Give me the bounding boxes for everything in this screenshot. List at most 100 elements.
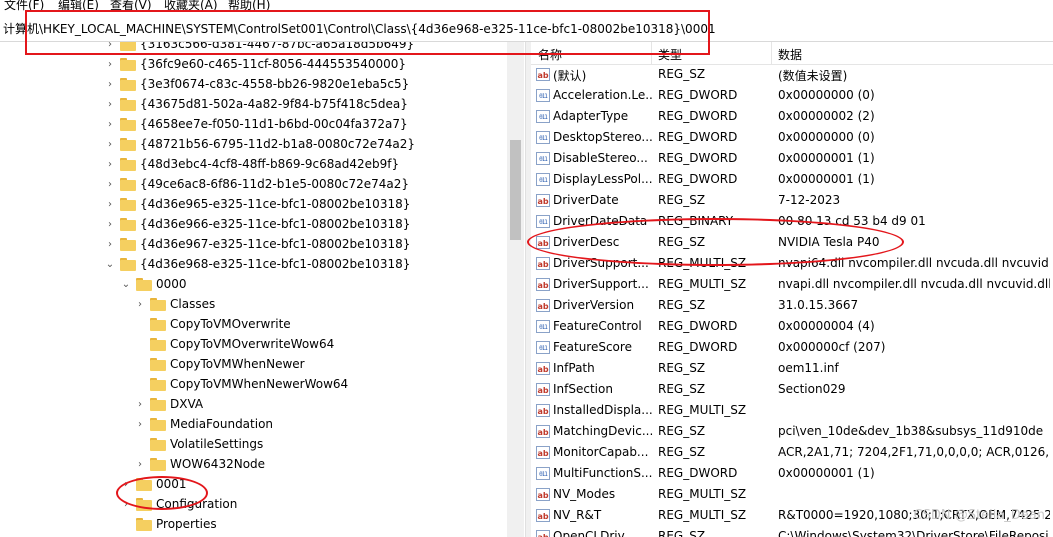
binary-value-icon: 011	[536, 215, 550, 228]
tree-item[interactable]: Properties	[120, 514, 217, 534]
tree-item[interactable]: › {3e3f0674-c83c-4558-bb26-9820e1eba5c5}	[104, 74, 409, 94]
cell-name: FeatureScore	[553, 340, 632, 354]
column-header-name[interactable]: 名称	[538, 46, 562, 63]
tree-item[interactable]: VolatileSettings	[134, 434, 263, 454]
chevron-right-icon[interactable]: ›	[104, 139, 116, 150]
list-row[interactable]: ab InstalledDispla... REG_MULTI_SZ	[531, 401, 1053, 422]
menu-favorites[interactable]: 收藏夹(A)	[164, 0, 218, 13]
chevron-right-icon[interactable]: ›	[104, 42, 116, 50]
tree-item[interactable]: › WOW6432Node	[134, 454, 265, 474]
list-row[interactable]: 011 Acceleration.Le... REG_DWORD 0x00000000…	[531, 86, 1053, 107]
tree-item[interactable]: › {4d36e966-e325-11ce-bfc1-08002be10318}	[104, 214, 410, 234]
list-row[interactable]: ab InfSection REG_SZ Section029	[531, 380, 1053, 401]
folder-icon	[150, 317, 166, 331]
tree-item[interactable]: › {49ce6ac8-6f86-11d2-b1e5-0080c72e74a2}	[104, 174, 409, 194]
column-header-type[interactable]: 类型	[658, 46, 682, 63]
list-row[interactable]: 011 MultiFunctionS... REG_DWORD 0x00000001 …	[531, 464, 1053, 485]
tree-item-label: 0000	[156, 277, 187, 291]
chevron-down-icon[interactable]: ⌄	[120, 279, 132, 290]
cell-type: REG_SZ	[658, 193, 706, 207]
tree-item[interactable]: CopyToVMWhenNewer	[134, 354, 305, 374]
list-row[interactable]: ab (默认) REG_SZ (数值未设置)	[531, 65, 1053, 86]
list-row[interactable]: ab MatchingDevic... REG_SZ pci\ven_10de&dev…	[531, 422, 1053, 443]
tree-item[interactable]: › Classes	[134, 294, 215, 314]
column-header-data[interactable]: 数据	[778, 46, 802, 63]
list-row[interactable]: ab DriverDesc REG_SZ NVIDIA Tesla P40	[531, 233, 1053, 254]
menu-file[interactable]: 文件(F)	[4, 0, 44, 13]
chevron-right-icon[interactable]: ›	[134, 419, 146, 430]
list-row[interactable]: ab DriverDate REG_SZ 7-12-2023	[531, 191, 1053, 212]
tree-item[interactable]: › {3163c566-d381-4467-87bc-a65a18d5b649}	[104, 42, 414, 54]
tree-item[interactable]: › {4658ee7e-f050-11d1-b6bd-00c04fa372a7}	[104, 114, 408, 134]
chevron-right-icon[interactable]: ›	[134, 459, 146, 470]
tree-item[interactable]: › {4d36e967-e325-11ce-bfc1-08002be10318}	[104, 234, 410, 254]
tree-item[interactable]: › {43675d81-502a-4a82-9f84-b75f418c5dea}	[104, 94, 408, 114]
menu-help[interactable]: 帮助(H)	[228, 0, 270, 13]
chevron-right-icon[interactable]: ›	[120, 479, 132, 490]
string-value-icon: ab	[536, 488, 550, 501]
chevron-right-icon[interactable]: ›	[104, 219, 116, 230]
chevron-right-icon[interactable]: ›	[134, 399, 146, 410]
chevron-right-icon[interactable]: ›	[104, 119, 116, 130]
menu-view[interactable]: 查看(V)	[110, 0, 152, 13]
tree-item[interactable]: › {48721b56-6795-11d2-b1a8-0080c72e74a2}	[104, 134, 415, 154]
chevron-down-icon[interactable]: ⌄	[104, 259, 116, 270]
list-row[interactable]: ab DriverSupport... REG_MULTI_SZ nvapi.dll …	[531, 275, 1053, 296]
tree-item-label: {4d36e966-e325-11ce-bfc1-08002be10318}	[140, 217, 411, 231]
cell-name: InfSection	[553, 382, 613, 396]
tree-scrollbar-thumb[interactable]	[510, 140, 521, 240]
address-bar[interactable]: 计算机\HKEY_LOCAL_MACHINE\SYSTEM\ControlSet…	[0, 14, 1053, 42]
list-row[interactable]: ab InfPath REG_SZ oem11.inf	[531, 359, 1053, 380]
tree-item[interactable]: CopyToVMWhenNewerWow64	[134, 374, 348, 394]
column-divider[interactable]	[651, 42, 652, 64]
chevron-right-icon[interactable]: ›	[104, 179, 116, 190]
cell-name: DesktopStereo...	[553, 130, 653, 144]
tree-item[interactable]: › MediaFoundation	[134, 414, 273, 434]
tree-item[interactable]: CopyToVMOverwrite	[134, 314, 291, 334]
list-row[interactable]: ab MonitorCapab... REG_SZ ACR,2A1,71; 7204,…	[531, 443, 1053, 464]
cell-name: DisableStereo...	[553, 151, 648, 165]
tree-item[interactable]: › {4d36e965-e325-11ce-bfc1-08002be10318}	[104, 194, 410, 214]
cell-data: 0x00000002 (2)	[778, 109, 875, 123]
chevron-right-icon[interactable]: ›	[104, 239, 116, 250]
tree-item-label: Classes	[170, 297, 216, 311]
folder-icon	[120, 57, 136, 71]
tree-item[interactable]: ⌄ {4d36e968-e325-11ce-bfc1-08002be10318}	[104, 254, 411, 274]
tree-item[interactable]: › {48d3ebc4-4cf8-48ff-b869-9c68ad42eb9f}	[104, 154, 399, 174]
list-row[interactable]: 011 FeatureScore REG_DWORD 0x000000cf (207)	[531, 338, 1053, 359]
list-row[interactable]: ab NV_Modes REG_MULTI_SZ	[531, 485, 1053, 506]
tree-item-label: 0001	[156, 477, 187, 491]
chevron-right-icon[interactable]: ›	[104, 59, 116, 70]
tree-item[interactable]: › 0001	[120, 474, 187, 494]
tree-item[interactable]: CopyToVMOverwriteWow64	[134, 334, 334, 354]
tree-item[interactable]: › {36fc9e60-c465-11cf-8056-444553540000}	[104, 54, 406, 74]
chevron-right-icon[interactable]: ›	[104, 199, 116, 210]
chevron-right-icon[interactable]: ›	[104, 79, 116, 90]
registry-tree[interactable]: › {3163c566-d381-4467-87bc-a65a18d5b649} ›…	[0, 42, 525, 537]
list-row[interactable]: 011 DisableStereo... REG_DWORD 0x00000001 (…	[531, 149, 1053, 170]
list-row[interactable]: 011 AdapterType REG_DWORD 0x00000002 (2)	[531, 107, 1053, 128]
cell-type: REG_DWORD	[658, 172, 738, 186]
list-row[interactable]: 011 DesktopStereo... REG_DWORD 0x00000000 (…	[531, 128, 1053, 149]
tree-item[interactable]: ⌄ 0000	[120, 274, 187, 294]
cell-data: ACR,2A1,71; 7204,2F1,71,0,0,0,0; ACR,012…	[778, 445, 1050, 459]
chevron-right-icon[interactable]: ›	[134, 299, 146, 310]
menu-edit[interactable]: 编辑(E)	[58, 0, 99, 13]
list-row[interactable]: 011 DisplayLessPol... REG_DWORD 0x00000001 …	[531, 170, 1053, 191]
list-row[interactable]: ab DriverVersion REG_SZ 31.0.15.3667	[531, 296, 1053, 317]
registry-values-list[interactable]: 名称 类型 数据 ab (默认) REG_SZ (数值未设置) 011 Accelerat…	[531, 42, 1053, 537]
chevron-right-icon[interactable]: ›	[104, 159, 116, 170]
folder-icon	[150, 397, 166, 411]
column-divider[interactable]	[771, 42, 772, 64]
tree-item[interactable]: › Configuration	[120, 494, 237, 514]
chevron-right-icon[interactable]: ›	[104, 99, 116, 110]
chevron-right-icon[interactable]: ›	[120, 499, 132, 510]
cell-type: REG_SZ	[658, 445, 706, 459]
address-path[interactable]: 计算机\HKEY_LOCAL_MACHINE\SYSTEM\ControlSet…	[3, 20, 716, 37]
list-row[interactable]: 011 DriverDateData REG_BINARY 00 80 13 cd 5…	[531, 212, 1053, 233]
tree-scrollbar[interactable]	[507, 42, 524, 537]
tree-item[interactable]: › DXVA	[134, 394, 203, 414]
list-row[interactable]: ab DriverSupport... REG_MULTI_SZ nvapi64.dl…	[531, 254, 1053, 275]
list-row[interactable]: 011 FeatureControl REG_DWORD 0x00000004 (4)	[531, 317, 1053, 338]
list-row[interactable]: abOpenCLDriv... REG_SZ C:\Windows\System32…	[531, 527, 1053, 537]
